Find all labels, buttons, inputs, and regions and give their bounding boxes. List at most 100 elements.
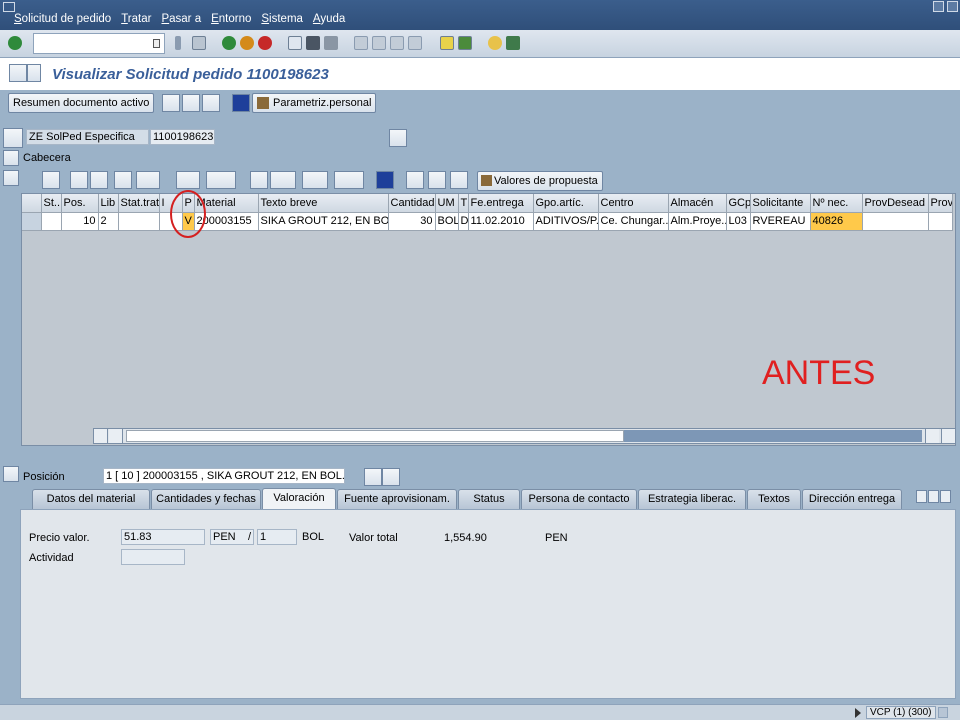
info-icon[interactable] <box>232 94 250 112</box>
tab-textos[interactable]: Textos <box>747 489 801 509</box>
doc-overview-icon[interactable] <box>389 129 407 147</box>
column-header-17[interactable]: Nº nec. <box>810 194 863 213</box>
grid-info-icon[interactable] <box>376 171 394 189</box>
per-qty-field[interactable]: 1 <box>257 529 297 545</box>
expand-header-icon[interactable] <box>3 150 19 166</box>
column-header-14[interactable]: Almacén <box>668 194 727 213</box>
tab-scroll-left-icon[interactable] <box>916 490 927 503</box>
tab-estrategia-liberac[interactable]: Estrategia liberac. <box>638 489 746 509</box>
details-icon[interactable] <box>42 171 60 189</box>
subtotal-icon[interactable] <box>206 171 236 189</box>
print-icon[interactable] <box>288 36 302 50</box>
enter-icon[interactable] <box>8 36 22 50</box>
cancel-icon[interactable] <box>258 36 272 50</box>
table-cell-1[interactable]: 10 <box>61 212 99 231</box>
tab-status[interactable]: Status <box>458 489 520 509</box>
grid-find-icon[interactable] <box>114 171 132 189</box>
column-header-7[interactable]: Texto breve <box>258 194 389 213</box>
scroll-left-icon[interactable] <box>94 429 108 443</box>
filter-icon[interactable] <box>136 171 160 189</box>
column-header-13[interactable]: Centro <box>598 194 669 213</box>
column-header-8[interactable]: Cantidad <box>388 194 436 213</box>
price-field[interactable]: 51.83 <box>121 529 205 545</box>
restore-icon[interactable] <box>947 1 958 12</box>
tab-fuente-aprovisionam[interactable]: Fuente aprovisionam. <box>337 489 457 509</box>
next-page-icon[interactable] <box>390 36 404 50</box>
table-cell-17[interactable]: 40826 <box>810 212 863 231</box>
table-cell-3[interactable] <box>118 212 160 231</box>
previous-page-icon[interactable] <box>372 36 386 50</box>
back-icon[interactable] <box>222 36 236 50</box>
item-up-icon[interactable] <box>364 468 382 486</box>
system-menu-icon[interactable] <box>3 2 15 12</box>
new-session-icon[interactable] <box>440 36 454 50</box>
table-cell-15[interactable]: L03 <box>726 212 751 231</box>
table-row[interactable]: 10 2 V 200003155 SIKA GROUT 212, EN BO... 30 B… <box>22 212 953 231</box>
table-cell-10[interactable]: D <box>458 212 469 231</box>
table-cell-13[interactable]: Ce. Chungar... <box>598 212 669 231</box>
table-cell-9[interactable]: BOL <box>435 212 459 231</box>
refresh-icon[interactable] <box>406 171 424 189</box>
menu-ayuda[interactable]: Ayuda <box>313 13 345 25</box>
sum-icon[interactable] <box>176 171 200 189</box>
export-icon[interactable] <box>302 171 328 189</box>
scroll-thumb[interactable] <box>126 430 624 442</box>
menu-dropdown-icon[interactable] <box>27 64 41 82</box>
activity-field[interactable] <box>121 549 185 565</box>
status-arrow-icon[interactable] <box>855 708 861 718</box>
select-all-icon[interactable] <box>22 194 42 213</box>
table-cell-8[interactable]: 30 <box>388 212 436 231</box>
first-page-icon[interactable] <box>354 36 368 50</box>
menu-sistema[interactable]: Sistema <box>261 13 303 25</box>
item-delete-icon[interactable] <box>450 171 468 189</box>
views-icon[interactable] <box>270 171 296 189</box>
tab-direccion-entrega[interactable]: Dirección entrega <box>802 489 902 509</box>
menu-tratar[interactable]: Tratar <box>121 13 151 25</box>
sort-asc-icon[interactable] <box>70 171 88 189</box>
column-header-9[interactable]: UM <box>435 194 459 213</box>
horizontal-scrollbar[interactable] <box>93 428 956 444</box>
scroll-prev-icon[interactable] <box>925 429 939 443</box>
menu-solicitud[interactable]: Solicitud de pedido <box>14 13 111 25</box>
scroll-next-icon[interactable] <box>941 429 955 443</box>
table-cell-7[interactable]: SIKA GROUT 212, EN BO... <box>258 212 389 231</box>
help-icon[interactable] <box>488 36 502 50</box>
save-icon[interactable] <box>192 36 206 50</box>
find-icon[interactable] <box>306 36 320 50</box>
row-selector[interactable] <box>22 212 42 231</box>
item-copy-icon[interactable] <box>428 171 446 189</box>
position-select[interactable]: 1 [ 10 ] 200003155 , SIKA GROUT 212, EN … <box>103 468 345 484</box>
grid-print-icon[interactable] <box>250 171 268 189</box>
item-down-icon[interactable] <box>382 468 400 486</box>
column-header-2[interactable]: Lib <box>98 194 119 213</box>
table-cell-11[interactable]: 11.02.2010 <box>468 212 534 231</box>
proposal-values-button[interactable]: Valores de propuesta <box>477 171 603 191</box>
doc-number-field[interactable]: 1100198623 <box>150 129 215 145</box>
column-header-1[interactable]: Pos. <box>61 194 99 213</box>
tab-valoracion[interactable]: Valoración <box>262 488 336 510</box>
tab-list-icon[interactable] <box>940 490 951 503</box>
layout-icon[interactable] <box>506 36 520 50</box>
column-header-10[interactable]: T <box>458 194 469 213</box>
table-cell-0[interactable] <box>41 212 62 231</box>
sort-desc-icon[interactable] <box>90 171 108 189</box>
layout-select-icon[interactable] <box>334 171 364 189</box>
minimize-icon[interactable] <box>933 1 944 12</box>
column-header-11[interactable]: Fe.entrega <box>468 194 534 213</box>
display-change-icon[interactable] <box>9 64 27 82</box>
table-cell-19[interactable] <box>928 212 953 231</box>
table-cell-16[interactable]: RVEREAU <box>750 212 811 231</box>
menu-entorno[interactable]: Entorno <box>211 13 251 25</box>
cart-icon[interactable] <box>3 128 23 148</box>
table-cell-12[interactable]: ADITIVOS/P... <box>533 212 599 231</box>
tab-cantidades-fechas[interactable]: Cantidades y fechas <box>151 489 261 509</box>
new-doc-icon[interactable] <box>162 94 180 112</box>
table-cell-2[interactable]: 2 <box>98 212 119 231</box>
scroll-track[interactable] <box>624 430 922 442</box>
change-icon[interactable] <box>182 94 200 112</box>
tab-persona-contacto[interactable]: Persona de contacto <box>521 489 637 509</box>
column-header-15[interactable]: GCp <box>726 194 751 213</box>
table-cell-14[interactable]: Alm.Proye... <box>668 212 727 231</box>
table-cell-18[interactable] <box>862 212 929 231</box>
other-doc-icon[interactable] <box>202 94 220 112</box>
